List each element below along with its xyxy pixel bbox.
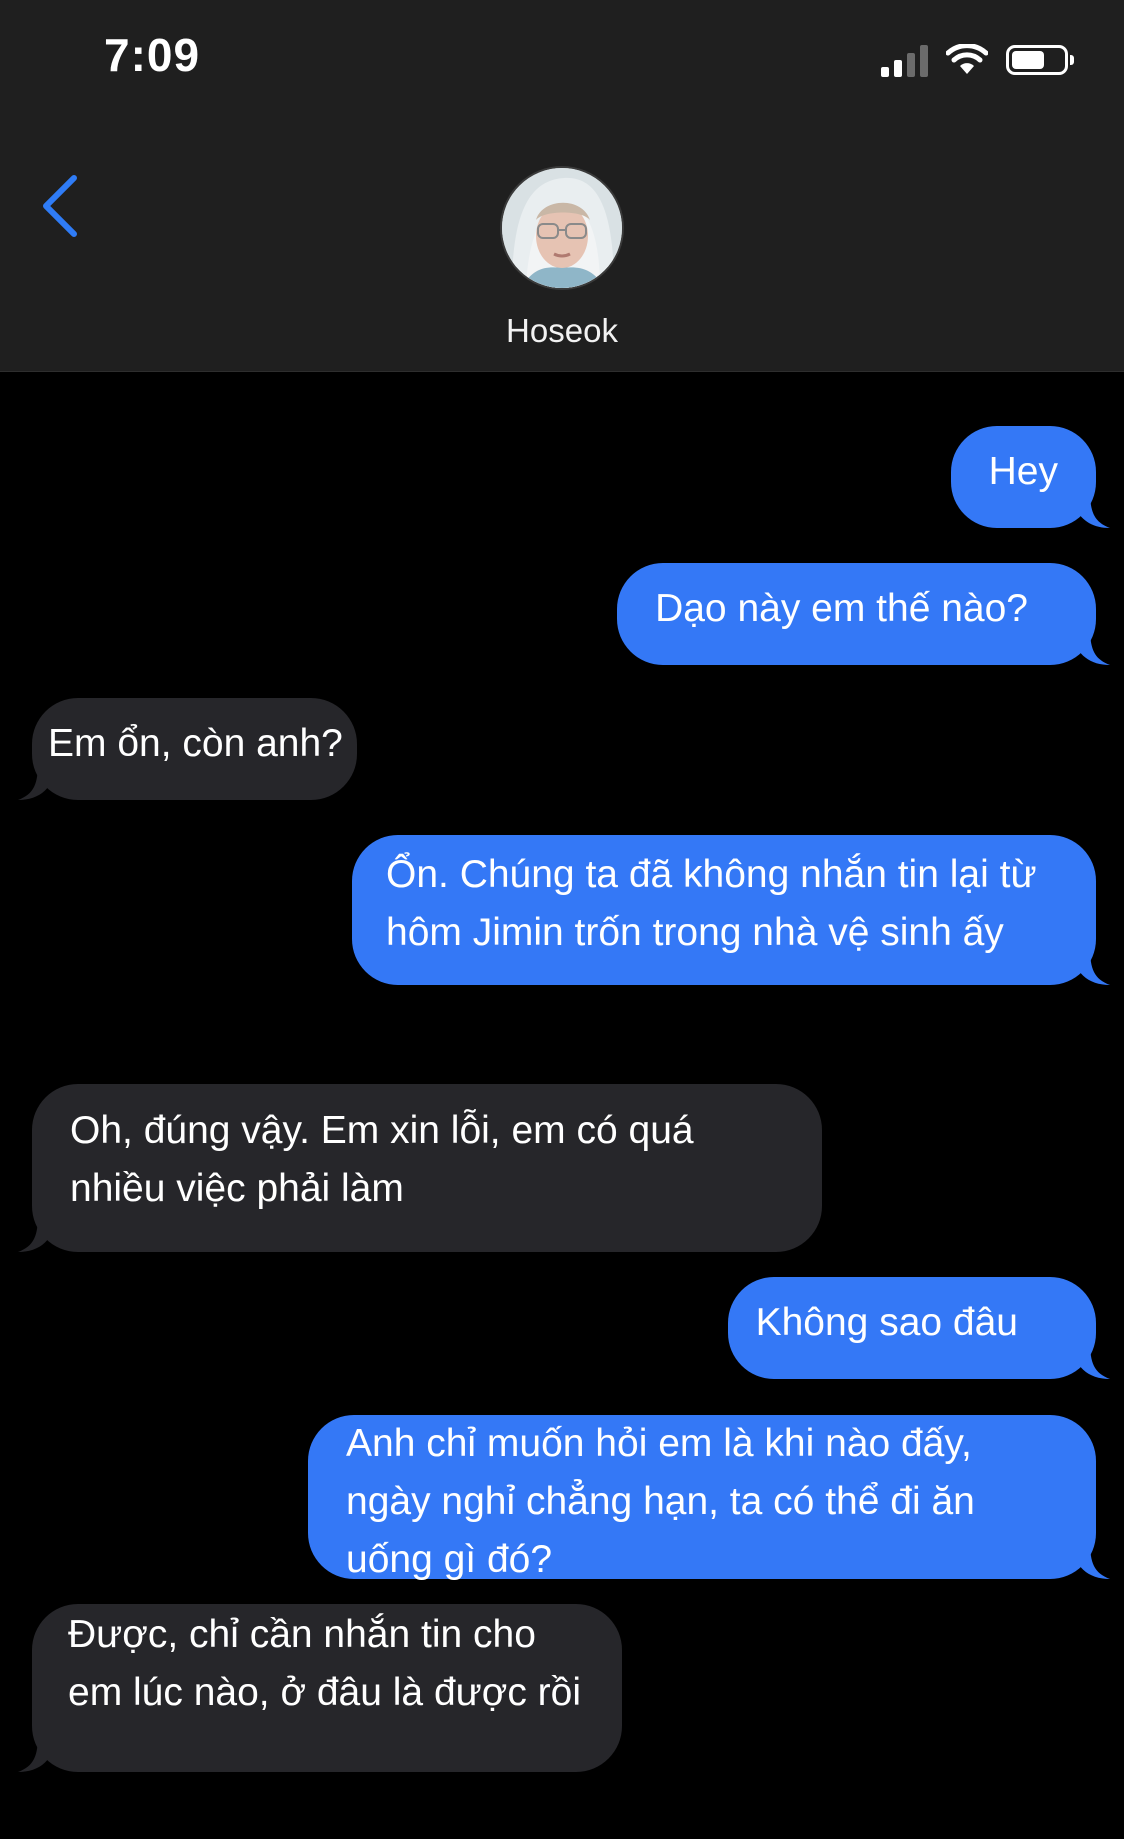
bubble-tail: [1070, 490, 1110, 528]
contact-name[interactable]: Hoseok: [0, 312, 1124, 350]
message-bubble-sent[interactable]: Không sao đâu: [727, 1277, 1110, 1379]
status-time: 7:09: [104, 29, 201, 81]
bubble-tail: [18, 762, 58, 800]
message-text: Dạo này em thế nào?: [655, 587, 1028, 630]
cellular-signal-icon: [881, 43, 928, 77]
status-icons: [881, 40, 1074, 80]
contact-avatar[interactable]: [500, 166, 624, 290]
message-bubble-received[interactable]: Em ổn, còn anh?: [18, 698, 357, 800]
message-text: Oh, đúng vậy. Em xin lỗi, em có quá nhiề…: [70, 1109, 694, 1210]
bubble-tail: [18, 1214, 58, 1252]
wifi-icon: [946, 44, 988, 74]
bubble-tail: [1070, 1341, 1110, 1379]
bubble-tail: [18, 1734, 58, 1772]
message-text: Hey: [988, 450, 1058, 493]
message-text: Được, chỉ cần nhắn tin cho em lúc nào, ở…: [68, 1613, 581, 1714]
message-text: Anh chỉ muốn hỏi em là khi nào đấy, ngày…: [346, 1422, 975, 1581]
message-bubble-sent[interactable]: Ổn. Chúng ta đã không nhắn tin lại từ hô…: [352, 835, 1110, 985]
message-text: Em ổn, còn anh?: [48, 722, 343, 765]
conversation-header: 7:09 Hoseok: [0, 0, 1124, 372]
message-bubble-sent[interactable]: Hey: [950, 426, 1110, 528]
bubble-tail: [1070, 1541, 1110, 1579]
message-text: Ổn. Chúng ta đã không nhắn tin lại từ hô…: [386, 853, 1037, 954]
message-bubble-received[interactable]: Được, chỉ cần nhắn tin cho em lúc nào, ở…: [18, 1604, 622, 1772]
message-bubble-received[interactable]: Oh, đúng vậy. Em xin lỗi, em có quá nhiề…: [18, 1084, 822, 1252]
bubble-tail: [1070, 947, 1110, 985]
message-bubble-sent[interactable]: Dạo này em thế nào?: [617, 563, 1110, 665]
bubble-tail: [1070, 627, 1110, 665]
avatar-portrait: [502, 168, 622, 288]
message-text: Không sao đâu: [755, 1301, 1018, 1344]
battery-icon: [1006, 45, 1074, 75]
message-bubble-sent[interactable]: Anh chỉ muốn hỏi em là khi nào đấy, ngày…: [308, 1415, 1110, 1581]
chevron-left-icon: [43, 175, 77, 237]
back-button[interactable]: [36, 166, 96, 246]
